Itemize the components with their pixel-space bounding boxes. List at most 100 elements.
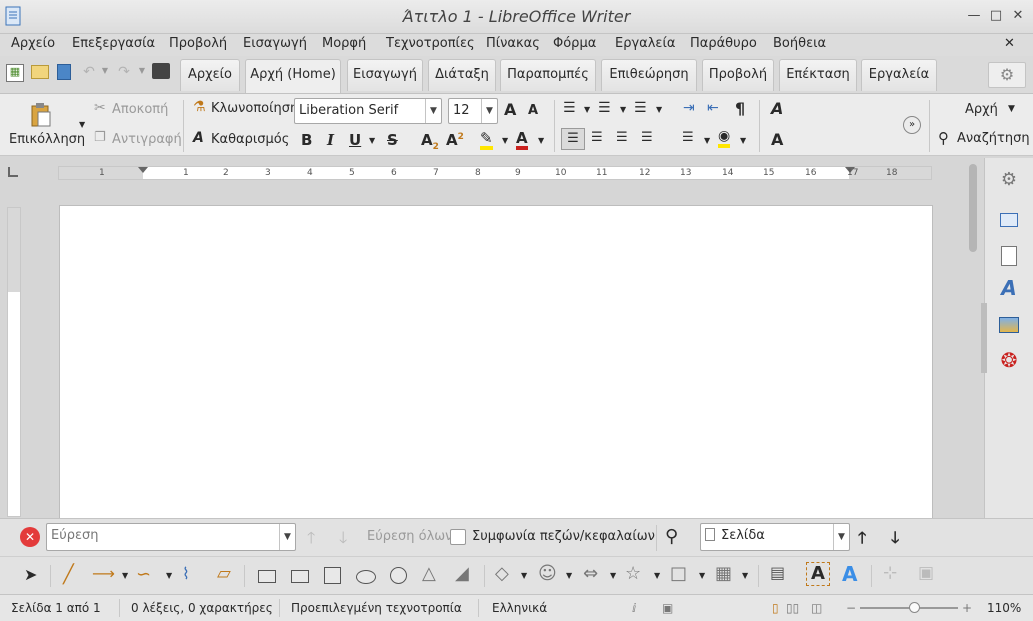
clear-formatting-button[interactable]: Καθαρισμός <box>211 132 289 147</box>
symbol-shapes-dropdown-icon[interactable]: ▼ <box>566 571 572 580</box>
curve-icon[interactable]: ∽ <box>136 564 151 585</box>
lines-arrows-dropdown-icon[interactable]: ▼ <box>122 571 128 580</box>
fontwork-text-box-icon[interactable]: A <box>806 562 830 586</box>
square-icon[interactable] <box>324 567 341 584</box>
match-case-checkbox[interactable] <box>450 529 466 545</box>
menu-table[interactable]: Πίνακας <box>486 36 540 51</box>
character-format-icon[interactable]: A <box>771 99 783 118</box>
menu-window[interactable]: Παράθυρο <box>690 36 757 51</box>
page-style-status[interactable]: Προεπιλεγμένη τεχνοτροπία <box>291 601 462 615</box>
curve-dropdown-icon[interactable]: ▼ <box>166 571 172 580</box>
shrink-font-icon[interactable]: A <box>528 103 538 118</box>
find-button[interactable]: Αναζήτηση <box>957 131 1030 146</box>
bold-button[interactable]: B <box>301 131 312 149</box>
gear-icon[interactable]: ⚙ <box>988 62 1026 88</box>
formatting-marks-icon[interactable]: ¶ <box>735 99 745 118</box>
undo-dropdown-icon[interactable]: ▼ <box>100 66 110 75</box>
tab-review[interactable]: Επιθεώρηση <box>601 59 697 91</box>
close-document-icon[interactable]: ✕ <box>1004 36 1015 51</box>
align-right-icon[interactable]: ☰ <box>616 130 628 145</box>
paste-button[interactable]: Επικόλληση <box>9 132 85 147</box>
numbering-dropdown-icon[interactable]: ▼ <box>620 105 626 114</box>
line-spacing-icon[interactable]: ☰ <box>682 130 694 145</box>
clone-formatting-icon[interactable]: ⚗ <box>193 99 206 115</box>
tab-home[interactable]: Αρχή (Home) <box>245 59 341 93</box>
italic-button[interactable]: I <box>327 131 334 149</box>
zoom-out-icon[interactable]: − <box>846 601 856 615</box>
stars-dropdown-icon[interactable]: ▼ <box>654 571 660 580</box>
horizontal-ruler[interactable]: 1 1 2 3 4 5 6 7 8 9 10 11 12 13 14 15 16… <box>58 166 932 180</box>
vertical-ruler[interactable] <box>7 207 21 517</box>
word-count-status[interactable]: 0 λέξεις, 0 χαρακτήρες <box>131 601 273 615</box>
selection-mode-icon[interactable]: ▣ <box>662 601 673 615</box>
redo-dropdown-icon[interactable]: ▼ <box>137 66 147 75</box>
circle-icon[interactable] <box>390 567 407 584</box>
menu-form[interactable]: Φόρμα <box>553 36 596 51</box>
zoom-percent[interactable]: 110% <box>987 601 1021 615</box>
grow-font-icon[interactable]: A <box>504 100 516 119</box>
gallery-icon[interactable] <box>997 313 1021 337</box>
stars-icon[interactable]: ☆ <box>625 563 641 584</box>
highlight-dropdown-icon[interactable]: ▼ <box>502 136 508 145</box>
navigator-icon[interactable]: ❂ <box>997 348 1021 372</box>
menu-view[interactable]: Προβολή <box>169 36 227 51</box>
multi-page-view-icon[interactable]: ▯▯ <box>786 601 799 615</box>
line-spacing-dropdown-icon[interactable]: ▼ <box>704 136 710 145</box>
paste-icon[interactable] <box>30 102 52 128</box>
menu-edit[interactable]: Επεξεργασία <box>72 36 155 51</box>
bullets-dropdown-icon[interactable]: ▼ <box>584 105 590 114</box>
callouts-icon[interactable]: □ <box>670 563 687 584</box>
menu-file[interactable]: Αρχείο <box>11 36 55 51</box>
zoom-slider-handle[interactable] <box>908 602 920 613</box>
find-previous-icon[interactable]: 🡑 <box>307 527 315 554</box>
fontwork-icon[interactable]: A <box>842 562 857 586</box>
cut-icon[interactable]: ✂ <box>94 100 106 116</box>
tab-insert[interactable]: Εισαγωγή <box>347 59 423 91</box>
font-size-combo[interactable]: 12 ▼ <box>448 98 498 124</box>
sidebar-settings-icon[interactable]: ⚙ <box>997 168 1021 192</box>
redo-icon[interactable]: ↷ <box>115 64 133 80</box>
menu-styles[interactable]: Τεχνοτροπίες <box>386 36 475 51</box>
navigate-down-icon[interactable]: 🡓 <box>891 527 899 554</box>
style-dropdown-icon[interactable]: ▼ <box>1008 104 1015 114</box>
sidebar-collapse-handle[interactable] <box>981 303 987 373</box>
menu-format[interactable]: Μορφή <box>322 36 366 51</box>
align-left-icon[interactable]: ☰ <box>561 128 585 150</box>
block-arrows-dropdown-icon[interactable]: ▼ <box>610 571 616 580</box>
chevron-down-icon[interactable]: ▼ <box>425 99 441 123</box>
tab-references[interactable]: Παραπομπές <box>500 59 596 91</box>
rectangle-rounded-icon[interactable] <box>291 570 309 583</box>
tab-tools[interactable]: Εργαλεία <box>861 59 937 91</box>
new-document-icon[interactable]: ▦ <box>6 64 24 82</box>
match-case-label[interactable]: Συμφωνία πεζών/κεφαλαίων <box>472 529 655 544</box>
rectangle-icon[interactable] <box>258 570 276 583</box>
basic-shapes-dropdown-icon[interactable]: ▼ <box>521 571 527 580</box>
copy-button[interactable]: Αντιγραφή <box>112 132 182 147</box>
flowchart-icon[interactable]: ▦ <box>715 563 732 584</box>
font-color-icon[interactable]: A <box>516 130 528 150</box>
right-triangle-icon[interactable]: ◢ <box>455 563 469 584</box>
undo-icon[interactable]: ↶ <box>80 64 98 80</box>
page-count-status[interactable]: Σελίδα 1 από 1 <box>11 601 101 615</box>
copy-icon[interactable]: ❐ <box>94 130 106 145</box>
close-icon[interactable]: ✕ <box>1010 8 1026 24</box>
flowchart-dropdown-icon[interactable]: ▼ <box>742 571 748 580</box>
vertical-scrollbar[interactable] <box>966 162 980 518</box>
character-dialog-icon[interactable]: A <box>771 130 783 149</box>
underline-dropdown-icon[interactable]: ▼ <box>369 136 375 145</box>
insert-text-box-icon[interactable]: ▤ <box>770 563 785 582</box>
font-color-dropdown-icon[interactable]: ▼ <box>538 136 544 145</box>
superscript-icon[interactable]: A2 <box>446 131 464 149</box>
close-find-toolbar-icon[interactable]: ✕ <box>20 527 40 547</box>
numbering-icon[interactable]: ☰ <box>598 100 611 116</box>
paragraph-background-icon[interactable]: ◉ <box>718 129 731 148</box>
book-view-icon[interactable]: ◫ <box>811 601 822 615</box>
chevron-down-icon[interactable]: ▼ <box>279 524 295 550</box>
properties-icon[interactable] <box>997 208 1021 232</box>
menu-help[interactable]: Βοήθεια <box>773 36 826 51</box>
strikethrough-button[interactable]: S <box>387 131 398 149</box>
styles-icon[interactable]: A <box>997 276 1021 300</box>
menu-insert[interactable]: Εισαγωγή <box>243 36 307 51</box>
search-icon[interactable]: ⚲ <box>938 129 949 147</box>
outline-dropdown-icon[interactable]: ▼ <box>656 105 662 114</box>
